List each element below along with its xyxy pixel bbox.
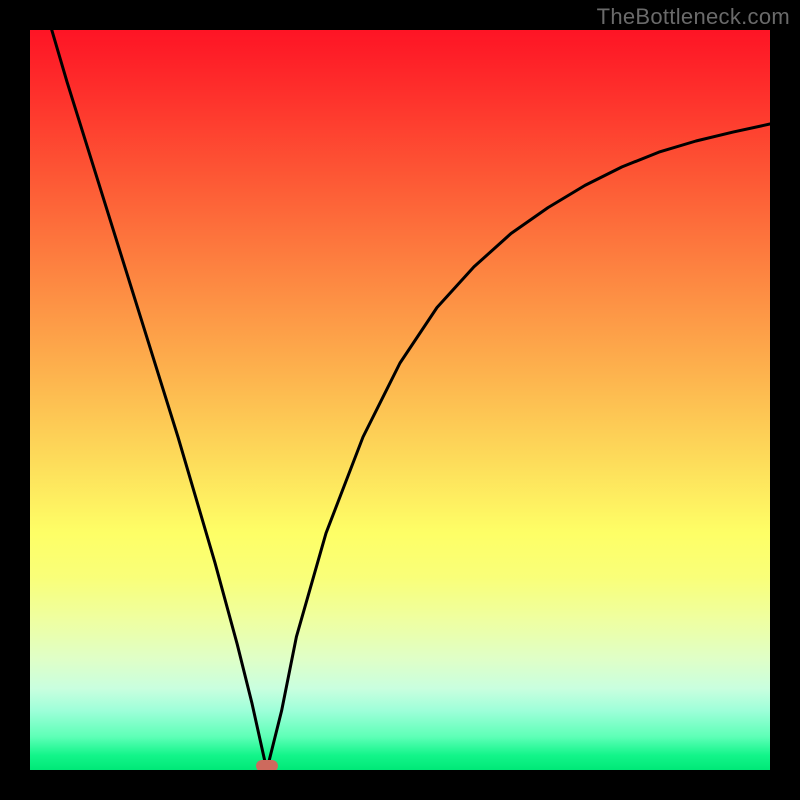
chart-frame: TheBottleneck.com: [0, 0, 800, 800]
watermark-label: TheBottleneck.com: [597, 4, 790, 30]
plot-area: [30, 30, 770, 770]
minimum-marker: [256, 760, 278, 770]
bottleneck-curve: [30, 30, 770, 770]
